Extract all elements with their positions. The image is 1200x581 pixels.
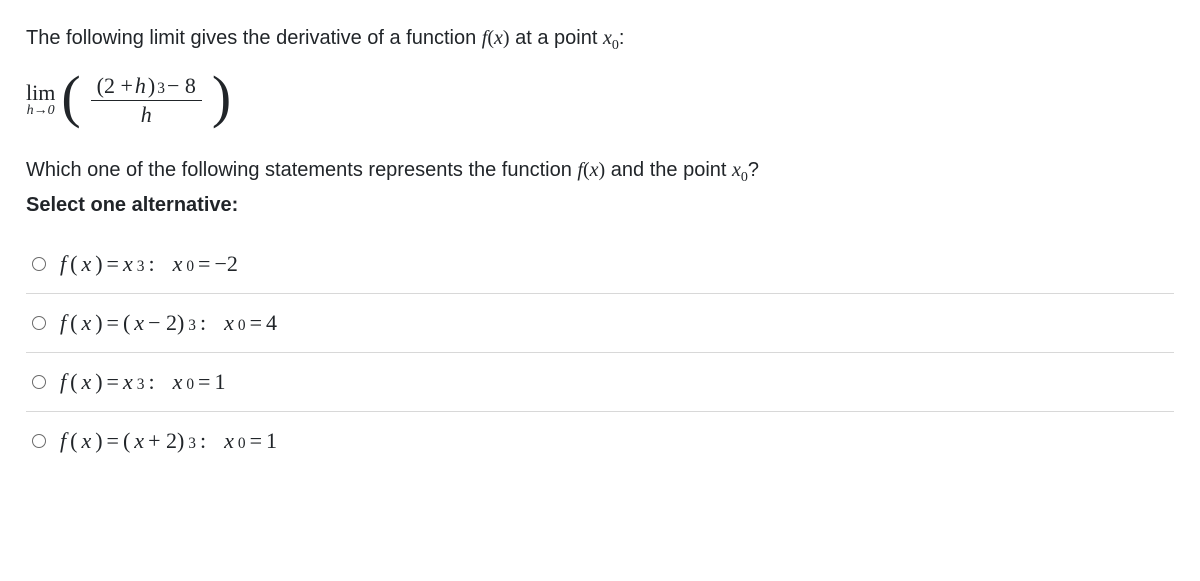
radio-icon[interactable] <box>32 257 46 271</box>
limit-operator: lim h→0 <box>26 81 55 119</box>
lim-subscript: h→0 <box>27 104 55 119</box>
radio-icon[interactable] <box>32 375 46 389</box>
option-4[interactable]: f(x) = (x + 2)3 : x0 = 1 <box>26 412 1174 470</box>
prompt-middle: at a point <box>515 27 603 49</box>
followup-prompt: Which one of the following statements re… <box>26 155 1174 188</box>
followup-prefix: Which one of the following statements re… <box>26 159 577 181</box>
option-3-math: f(x) = x3 : x0 = 1 <box>60 369 225 395</box>
option-1-math: f(x) = x3 : x0 = −2 <box>60 251 238 277</box>
numerator: (2 + h)3 − 8 <box>91 74 202 101</box>
prompt-prefix: The following limit gives the derivative… <box>26 27 482 49</box>
select-instruction: Select one alternative: <box>26 194 1174 217</box>
fraction: (2 + h)3 − 8 h <box>91 74 202 127</box>
followup-point: x0 <box>732 159 748 181</box>
denominator: h <box>141 101 152 127</box>
option-3[interactable]: f(x) = x3 : x0 = 1 <box>26 353 1174 412</box>
radio-icon[interactable] <box>32 316 46 330</box>
followup-fn: f(x) <box>577 159 605 181</box>
option-2-math: f(x) = (x − 2)3 : x0 = 4 <box>60 310 277 336</box>
limit-expression: lim h→0 ( (2 + h)3 − 8 h ) <box>26 74 1174 127</box>
followup-suffix: ? <box>748 159 759 181</box>
option-4-math: f(x) = (x + 2)3 : x0 = 1 <box>60 428 277 454</box>
question-container: The following limit gives the derivative… <box>0 0 1200 494</box>
option-1[interactable]: f(x) = x3 : x0 = −2 <box>26 235 1174 294</box>
prompt-fn: f(x) <box>482 27 510 49</box>
followup-middle: and the point <box>611 159 732 181</box>
prompt-suffix: : <box>619 27 625 49</box>
lim-text: lim <box>26 81 55 104</box>
question-prompt: The following limit gives the derivative… <box>26 24 1174 56</box>
option-2[interactable]: f(x) = (x − 2)3 : x0 = 4 <box>26 294 1174 353</box>
options-group: f(x) = x3 : x0 = −2 f(x) = (x − 2)3 : x0… <box>26 235 1174 470</box>
radio-icon[interactable] <box>32 434 46 448</box>
prompt-point: x0 <box>603 27 619 49</box>
